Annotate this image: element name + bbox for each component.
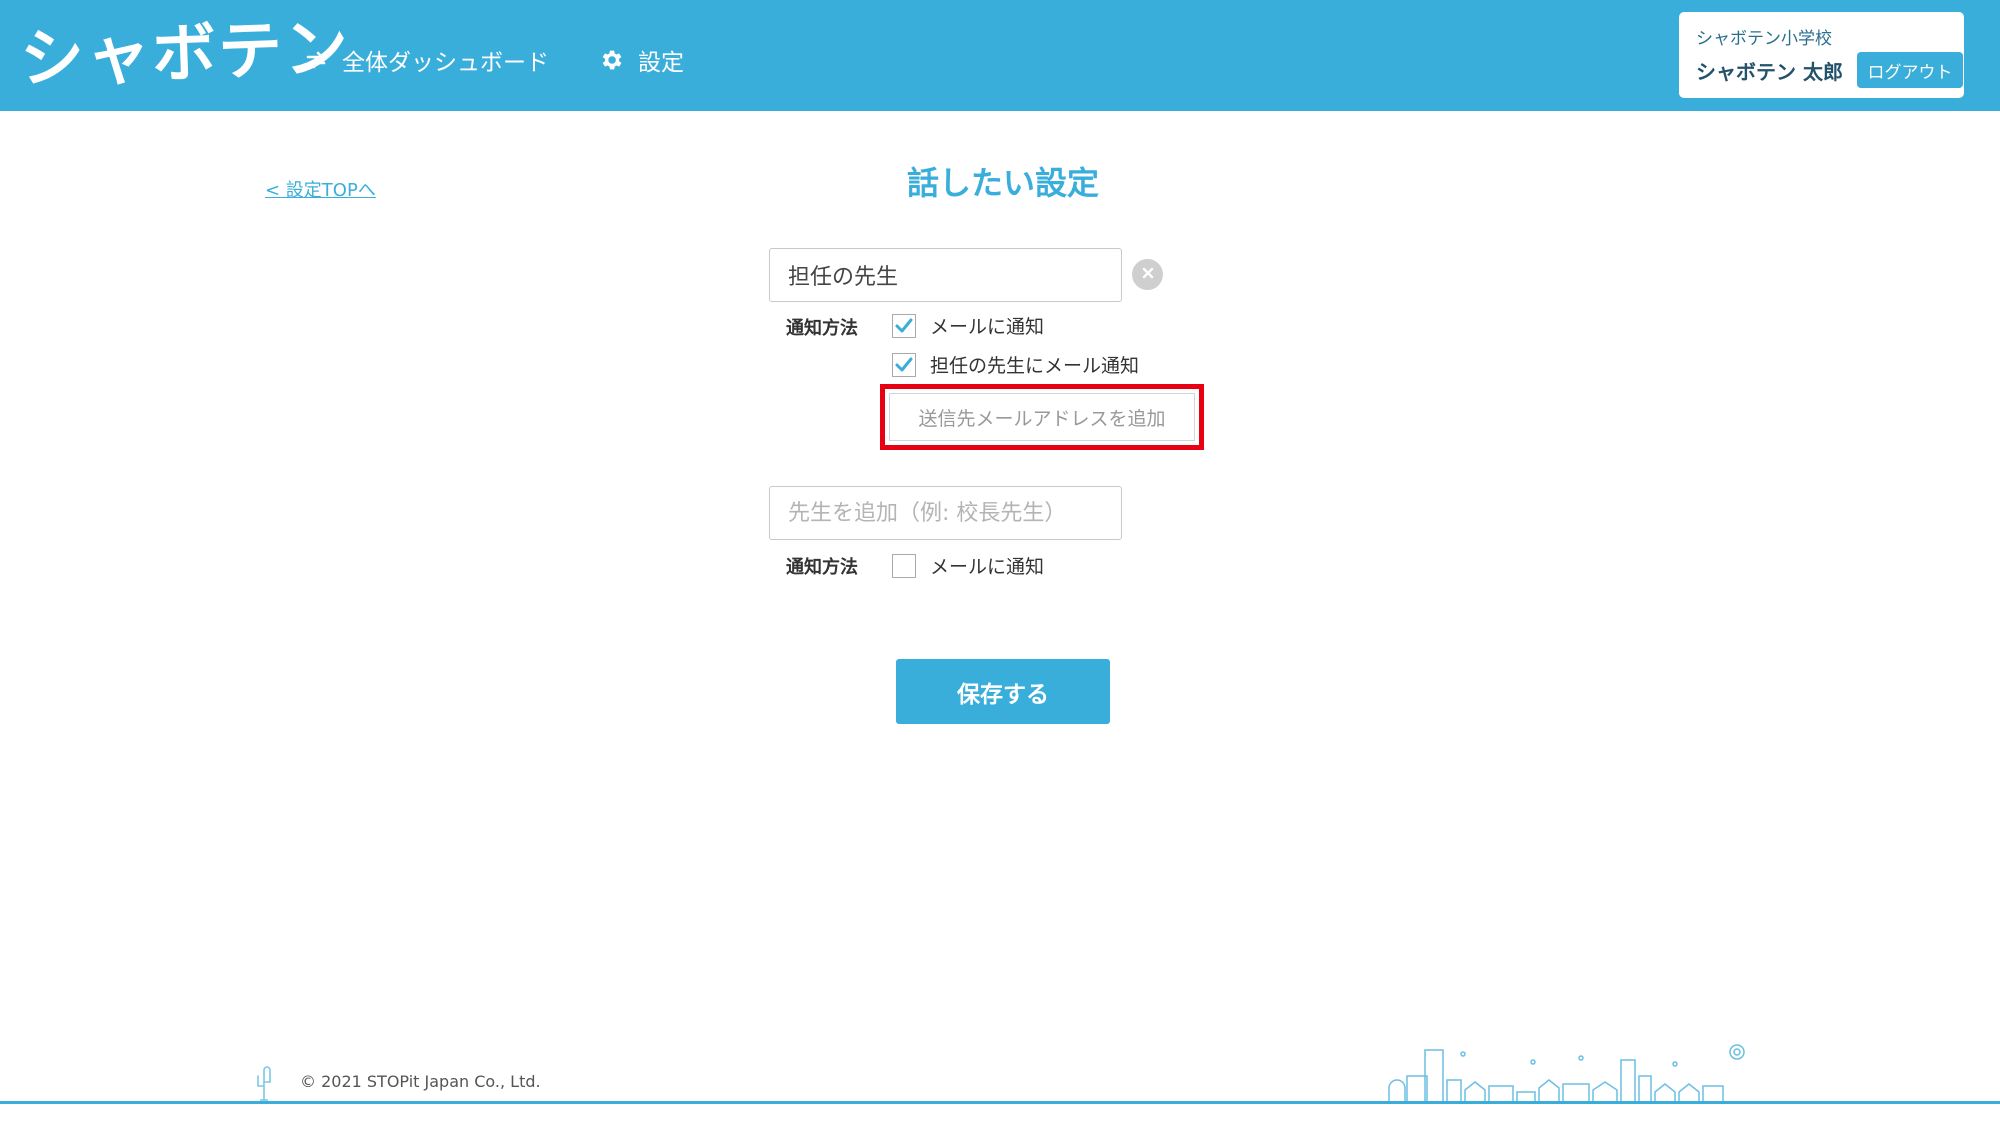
email-notify-label: メールに通知 xyxy=(930,316,1045,338)
notification-method-label: 通知方法 xyxy=(786,318,858,339)
nav-dashboard[interactable]: 全体ダッシュボード xyxy=(304,42,549,78)
logout-button[interactable]: ログアウト xyxy=(1857,52,1963,88)
page: シャボテン 全体ダッシュボード 設定 シャボテン小学校 シャボテン 太郎 ログア… xyxy=(0,0,2000,1125)
page-title: 話したい設定 xyxy=(906,164,1099,202)
city-skyline-illustration xyxy=(1385,1044,1755,1103)
cactus-icon xyxy=(257,1066,271,1101)
app-logo[interactable]: シャボテン xyxy=(18,0,351,100)
gear-icon xyxy=(598,47,624,73)
checkmark-icon xyxy=(895,318,913,332)
nav-settings[interactable]: 設定 xyxy=(598,42,684,78)
nav-settings-label: 設定 xyxy=(638,50,684,76)
school-name: シャボテン小学校 xyxy=(1696,29,1832,49)
homeroom-email-option[interactable]: 担任の先生にメール通知 xyxy=(892,351,1139,378)
notification-method-label: 通知方法 xyxy=(786,557,858,578)
teacher-name-input-1[interactable] xyxy=(769,248,1122,302)
email-notify-option[interactable]: メールに通知 xyxy=(892,552,1044,579)
save-button[interactable]: 保存する xyxy=(896,659,1110,724)
user-name: シャボテン 太郎 xyxy=(1696,60,1843,84)
add-teacher-input[interactable] xyxy=(769,486,1122,540)
top-header: シャボテン 全体ダッシュボード 設定 シャボテン小学校 シャボテン 太郎 ログア… xyxy=(0,0,2000,111)
homeroom-email-label: 担任の先生にメール通知 xyxy=(930,355,1140,377)
user-panel: シャボテン小学校 シャボテン 太郎 ログアウト xyxy=(1679,12,1964,98)
email-notify-label: メールに通知 xyxy=(930,556,1045,578)
email-notify-checkbox[interactable] xyxy=(892,553,916,578)
email-notify-option[interactable]: メールに通知 xyxy=(892,312,1044,339)
close-icon xyxy=(1141,266,1155,283)
homeroom-email-checkbox[interactable] xyxy=(892,352,916,377)
sync-arrows-icon xyxy=(304,48,328,72)
copyright-text: © 2021 STOPit Japan Co., Ltd. xyxy=(300,1072,541,1091)
clear-teacher-button[interactable] xyxy=(1132,259,1163,290)
checkmark-icon xyxy=(895,357,913,371)
nav-dashboard-label: 全体ダッシュボード xyxy=(342,50,549,76)
footer-divider xyxy=(0,1101,2000,1104)
email-notify-checkbox[interactable] xyxy=(892,313,916,338)
add-recipient-email-button[interactable]: 送信先メールアドレスを追加 xyxy=(889,393,1195,441)
